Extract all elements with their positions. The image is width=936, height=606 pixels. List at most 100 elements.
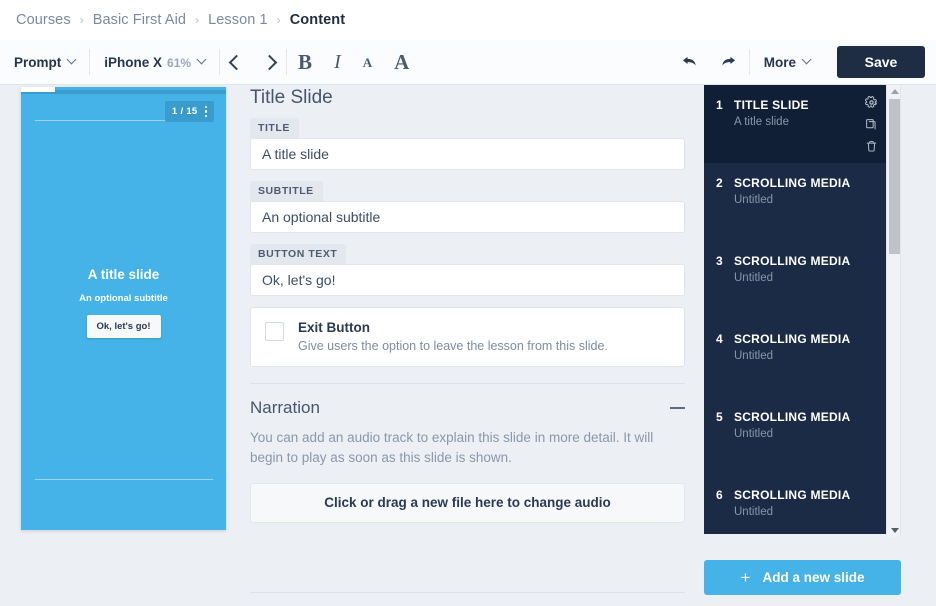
breadcrumb-item-content[interactable]: Content bbox=[282, 12, 353, 28]
redo-arrow-icon bbox=[722, 56, 735, 66]
device-preview-panel: 1 / 15 A title slide An optional subtitl… bbox=[0, 85, 245, 606]
slide-name: Untitled bbox=[734, 272, 773, 284]
triangle-down-icon bbox=[890, 528, 899, 533]
preview-slide-content: A title slide An optional subtitle Ok, l… bbox=[21, 267, 226, 338]
add-new-slide-button[interactable]: + Add a new slide bbox=[704, 560, 901, 595]
breadcrumb-item-courses[interactable]: Courses bbox=[8, 12, 79, 28]
slides-list-panel: 1 TITLE SLIDE A title slide 2 SCROLLING … bbox=[690, 85, 936, 606]
slide-list-item-1[interactable]: 1 TITLE SLIDE A title slide bbox=[704, 85, 886, 163]
breadcrumb-item-lesson-1[interactable]: Lesson 1 bbox=[200, 12, 276, 28]
preview-top-rule bbox=[35, 120, 175, 121]
slide-position-label: 1 / 15 bbox=[171, 106, 198, 117]
phone-preview-frame: 1 / 15 A title slide An optional subtitl… bbox=[21, 87, 226, 530]
exit-button-title: Exit Button bbox=[298, 320, 370, 335]
more-dropdown[interactable]: More bbox=[750, 40, 824, 84]
title-input[interactable] bbox=[250, 138, 685, 170]
chevron-left-icon bbox=[228, 54, 245, 70]
italic-button[interactable]: I bbox=[323, 40, 352, 84]
device-label: iPhone X bbox=[104, 54, 163, 70]
slides-list: 1 TITLE SLIDE A title slide 2 SCROLLING … bbox=[704, 85, 886, 534]
slide-type: SCROLLING MEDIA bbox=[734, 332, 851, 346]
scrollbar-thumb[interactable] bbox=[889, 99, 900, 254]
prompt-label: Prompt bbox=[14, 54, 62, 70]
slide-list-item-3[interactable]: 3 SCROLLING MEDIA Untitled bbox=[704, 241, 886, 319]
minus-icon[interactable] bbox=[670, 407, 685, 409]
increase-font-size-button[interactable]: A bbox=[383, 40, 420, 84]
slide-type: SCROLLING MEDIA bbox=[734, 488, 851, 502]
button-text-field-label: BUTTON TEXT bbox=[250, 244, 347, 264]
plus-icon: + bbox=[740, 568, 751, 587]
font-large-icon: A bbox=[394, 49, 410, 74]
narration-section-header: Narration bbox=[250, 384, 685, 428]
phone-notch bbox=[21, 87, 55, 92]
slide-type: TITLE SLIDE bbox=[734, 98, 809, 112]
slide-list-item-4[interactable]: 4 SCROLLING MEDIA Untitled bbox=[704, 319, 886, 397]
button-text-input[interactable] bbox=[250, 264, 685, 296]
slide-number: 1 bbox=[716, 98, 723, 112]
subtitle-input[interactable] bbox=[250, 201, 685, 233]
slide-type: SCROLLING MEDIA bbox=[734, 254, 851, 268]
subtitle-field-label: SUBTITLE bbox=[250, 181, 323, 201]
slides-scrollbar[interactable] bbox=[886, 85, 901, 537]
preview-title: A title slide bbox=[87, 267, 160, 282]
preview-subtitle: An optional subtitle bbox=[79, 293, 168, 304]
page-title: Title Slide bbox=[250, 87, 333, 108]
slide-name: Untitled bbox=[734, 194, 773, 206]
scroll-down-button[interactable] bbox=[887, 524, 902, 537]
title-field-group: TITLE bbox=[250, 118, 685, 170]
triangle-up-icon bbox=[890, 89, 899, 94]
slide-list-item-2[interactable]: 2 SCROLLING MEDIA Untitled bbox=[704, 163, 886, 241]
scroll-up-button[interactable] bbox=[887, 85, 902, 98]
preview-cta-button[interactable]: Ok, let's go! bbox=[86, 315, 161, 338]
narration-title: Narration bbox=[250, 398, 320, 417]
decrease-font-size-button[interactable]: A bbox=[352, 40, 383, 84]
slide-number: 3 bbox=[716, 254, 723, 268]
breadcrumb-item-basic-first-aid[interactable]: Basic First Aid bbox=[85, 12, 194, 28]
chevron-down-icon bbox=[801, 54, 812, 64]
audio-dropzone[interactable]: Click or drag a new file here to change … bbox=[250, 482, 685, 523]
exit-button-option[interactable]: Exit Button Give users the option to lea… bbox=[250, 307, 685, 367]
slide-type: SCROLLING MEDIA bbox=[734, 176, 851, 190]
slide-number: 5 bbox=[716, 410, 723, 424]
bold-button[interactable]: B bbox=[287, 40, 323, 84]
slide-number: 2 bbox=[716, 176, 723, 190]
slide-list-item-5[interactable]: 5 SCROLLING MEDIA Untitled bbox=[704, 397, 886, 475]
slide-number: 6 bbox=[716, 488, 723, 502]
breadcrumb: Courses › Basic First Aid › Lesson 1 › C… bbox=[0, 0, 936, 40]
save-button[interactable]: Save bbox=[837, 46, 925, 78]
button-text-field-group: BUTTON TEXT bbox=[250, 244, 685, 296]
add-new-slide-label: Add a new slide bbox=[762, 570, 865, 585]
undo-arrow-icon bbox=[682, 56, 696, 66]
chevron-down-icon bbox=[196, 54, 207, 64]
gear-icon[interactable] bbox=[865, 96, 878, 109]
prompt-dropdown[interactable]: Prompt bbox=[0, 40, 89, 84]
kebab-menu-icon[interactable] bbox=[204, 105, 207, 118]
slide-settings-panel: Title Slide TITLE SUBTITLE BUTTON TEXT E… bbox=[245, 85, 690, 606]
exit-button-description: Give users the option to leave the lesso… bbox=[298, 339, 608, 353]
slide-position-badge[interactable]: 1 / 15 bbox=[164, 101, 214, 122]
narration-description: You can add an audio track to explain th… bbox=[250, 430, 654, 466]
editor-toolbar: Prompt iPhone X 61% B I A A More Save bbox=[0, 40, 936, 85]
bold-icon: B bbox=[298, 49, 313, 74]
chevron-right-icon bbox=[261, 54, 278, 70]
slide-actions bbox=[865, 96, 878, 153]
previous-slide-button[interactable] bbox=[220, 40, 253, 84]
font-small-icon: A bbox=[362, 54, 373, 70]
slide-name: Untitled bbox=[734, 506, 773, 518]
next-slide-button[interactable] bbox=[253, 40, 286, 84]
chevron-down-icon bbox=[66, 54, 77, 64]
slide-name: Untitled bbox=[734, 428, 773, 440]
redo-button[interactable] bbox=[709, 40, 749, 84]
copy-icon[interactable] bbox=[865, 118, 878, 131]
undo-button[interactable] bbox=[669, 40, 709, 84]
exit-button-checkbox[interactable] bbox=[265, 322, 284, 341]
more-label: More bbox=[763, 54, 796, 70]
zoom-level: 61% bbox=[167, 55, 192, 70]
preview-bottom-rule bbox=[35, 479, 213, 480]
slide-type: SCROLLING MEDIA bbox=[734, 410, 851, 424]
slide-number: 4 bbox=[716, 332, 723, 346]
device-zoom-dropdown[interactable]: iPhone X 61% bbox=[90, 40, 219, 84]
title-field-label: TITLE bbox=[250, 118, 299, 138]
trash-icon[interactable] bbox=[865, 140, 878, 153]
slide-list-item-6[interactable]: 6 SCROLLING MEDIA Untitled bbox=[704, 475, 886, 534]
